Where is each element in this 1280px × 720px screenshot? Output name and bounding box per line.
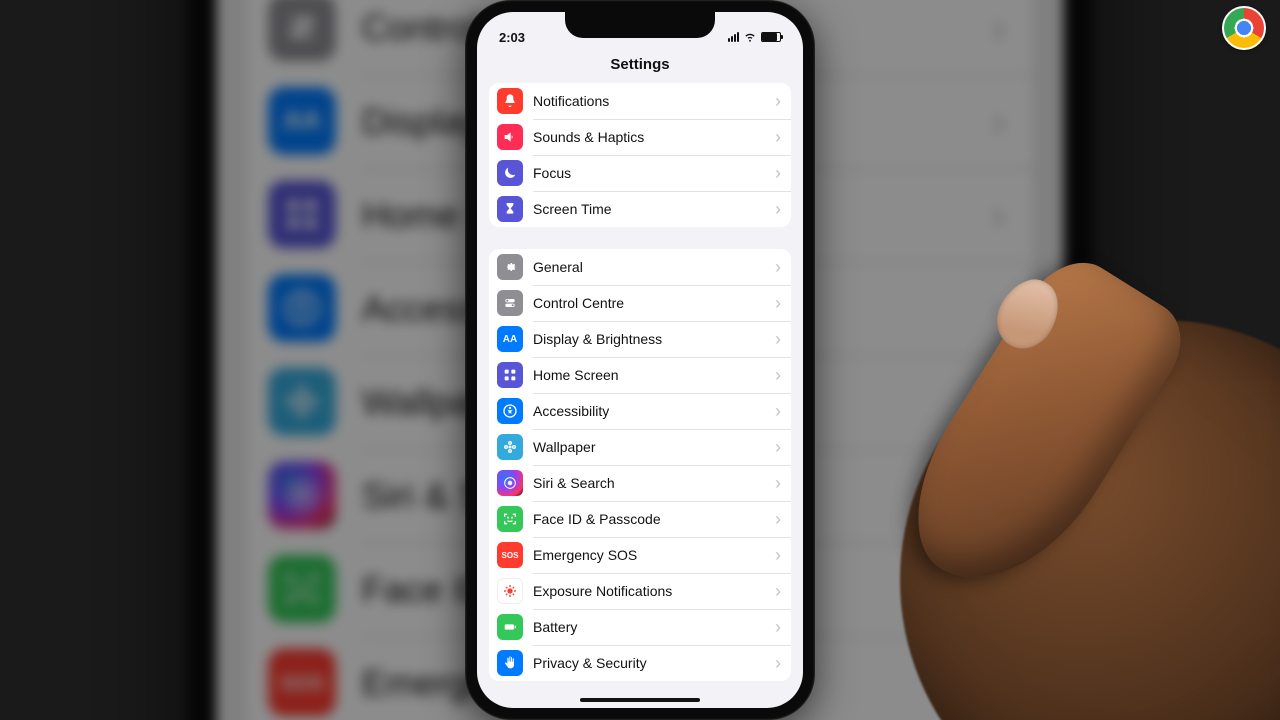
home-indicator[interactable] [580,698,700,702]
settings-row-sounds[interactable]: Sounds & Haptics› [489,119,791,155]
chevron-right-icon: › [775,92,781,110]
accessibility-icon [497,398,523,424]
chevron-right-icon: › [991,565,1007,612]
chevron-right-icon: › [991,659,1007,706]
settings-row-focus[interactable]: Focus› [489,155,791,191]
settings-row-siri[interactable]: Siri & Search› [489,465,791,501]
gear-icon [497,254,523,280]
chevron-right-icon: › [775,474,781,492]
chevron-right-icon: › [775,366,781,384]
flower-icon [268,368,336,436]
row-label: Sounds & Haptics [533,129,775,145]
text-size-icon: AA [497,326,523,352]
chevron-right-icon: › [775,654,781,672]
row-label: General [533,259,775,275]
page-title: Settings [477,52,803,83]
settings-row-display[interactable]: AA Display & Brightness› [489,321,791,357]
chevron-right-icon: › [775,546,781,564]
row-label: Face ID & Passcode [533,511,775,527]
row-label: Privacy & Security [533,655,775,671]
faceid-icon [268,555,336,623]
row-label: Battery [533,619,775,635]
chevron-right-icon: › [991,285,1007,332]
flower-icon [497,434,523,460]
settings-row-faceid[interactable]: Face ID & Passcode› [489,501,791,537]
notch [565,12,715,38]
switches-icon [268,0,336,61]
grid-icon [497,362,523,388]
row-label: Siri & Search [533,475,775,491]
settings-row-accessibility[interactable]: Accessibility› [489,393,791,429]
settings-row-exposure[interactable]: Exposure Notifications› [489,573,791,609]
faceid-icon [497,506,523,532]
wifi-icon [743,29,757,46]
grid-icon [268,181,336,249]
chrome-icon [1222,6,1266,50]
row-label: Exposure Notifications [533,583,775,599]
phone-screen: 2:03 Settings Notifications›Sounds & Hap… [477,12,803,708]
siri-icon [268,461,336,529]
chevron-right-icon: › [775,402,781,420]
chevron-right-icon: › [991,97,1007,144]
row-label: Display & Brightness [533,331,775,347]
chevron-right-icon: › [775,128,781,146]
battery-icon [497,614,523,640]
hand-icon [497,650,523,676]
text-size-icon: AA [268,87,336,155]
settings-row-homescreen[interactable]: Home Screen› [489,357,791,393]
chevron-right-icon: › [775,200,781,218]
bell-icon [497,88,523,114]
chevron-right-icon: › [775,164,781,182]
moon-icon [497,160,523,186]
chevron-right-icon: › [991,472,1007,519]
settings-group: General›Control Centre›AADisplay & Brigh… [489,249,791,681]
chevron-right-icon: › [775,438,781,456]
chevron-right-icon: › [991,4,1007,51]
settings-row-notifications[interactable]: Notifications› [489,83,791,119]
settings-scroll[interactable]: Notifications›Sounds & Haptics›Focus›Scr… [477,83,803,708]
settings-row-screentime[interactable]: Screen Time› [489,191,791,227]
settings-row-general[interactable]: General› [489,249,791,285]
row-label: Home Screen [533,367,775,383]
settings-row-battery[interactable]: Battery› [489,609,791,645]
row-label: Emergency SOS [533,547,775,563]
chevron-right-icon: › [991,191,1007,238]
virus-icon [497,578,523,604]
row-label: Control Centre [533,295,775,311]
settings-row-controlcentre[interactable]: Control Centre› [489,285,791,321]
row-label: Focus [533,165,775,181]
siri-icon [497,470,523,496]
switches-icon [497,290,523,316]
hourglass-icon [497,196,523,222]
row-label: Screen Time [533,201,775,217]
row-label: Accessibility [533,403,775,419]
settings-row-sos[interactable]: SOS Emergency SOS› [489,537,791,573]
sos-icon: SOS [497,542,523,568]
battery-icon [761,32,781,42]
accessibility-icon [268,274,336,342]
chevron-right-icon: › [775,258,781,276]
chevron-right-icon: › [775,582,781,600]
chevron-right-icon: › [775,618,781,636]
status-time: 2:03 [499,30,525,45]
cellular-icon [728,32,739,42]
sos-icon: SOS [268,649,336,717]
row-label: Notifications [533,93,775,109]
row-label: Wallpaper [533,439,775,455]
chevron-right-icon: › [991,378,1007,425]
phone-frame: 2:03 Settings Notifications›Sounds & Hap… [465,0,815,720]
settings-group: Notifications›Sounds & Haptics›Focus›Scr… [489,83,791,227]
chevron-right-icon: › [775,330,781,348]
chevron-right-icon: › [775,510,781,528]
speaker-icon [497,124,523,150]
settings-row-privacy[interactable]: Privacy & Security› [489,645,791,681]
settings-row-wallpaper[interactable]: Wallpaper› [489,429,791,465]
chevron-right-icon: › [775,294,781,312]
